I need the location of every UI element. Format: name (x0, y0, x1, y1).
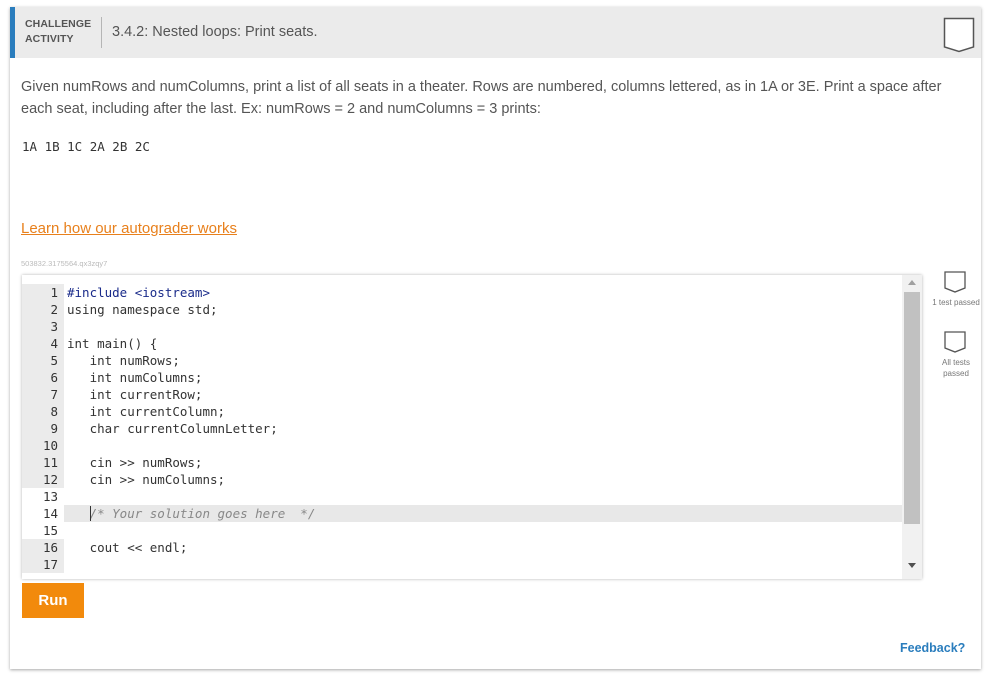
line-number: 15 (22, 522, 64, 539)
code-text: int currentRow; (67, 387, 203, 402)
line-number: 11 (22, 454, 64, 471)
code-line[interactable]: 13 (22, 488, 902, 505)
line-number: 1 (22, 284, 64, 301)
line-number: 12 (22, 471, 64, 488)
code-line[interactable]: 12 cin >> numColumns; (22, 471, 902, 488)
activity-title: 3.4.2: Nested loops: Print seats. (112, 24, 318, 40)
challenge-id: 503832.3175564.qx3zqy7 (21, 259, 108, 268)
code-line[interactable]: 5 int numRows; (22, 352, 902, 369)
activity-header: CHALLENGE ACTIVITY 3.4.2: Nested loops: … (10, 7, 981, 58)
code-text: char currentColumnLetter; (67, 421, 278, 436)
feedback-link[interactable]: Feedback? (900, 641, 965, 655)
code-text: /* Your solution goes here */ (67, 506, 316, 521)
line-number: 14 (22, 505, 64, 522)
autograder-help-link[interactable]: Learn how our autograder works (21, 220, 237, 237)
line-number: 2 (22, 301, 64, 318)
line-number: 4 (22, 335, 64, 352)
line-number: 9 (22, 420, 64, 437)
line-number: 5 (22, 352, 64, 369)
line-number: 3 (22, 318, 64, 335)
line-number: 10 (22, 437, 64, 454)
code-line[interactable]: 9 char currentColumnLetter; (22, 420, 902, 437)
code-line[interactable]: 6 int numColumns; (22, 369, 902, 386)
code-line[interactable]: 15 (22, 522, 902, 539)
code-line[interactable]: 8 int currentColumn; (22, 403, 902, 420)
scroll-down-arrow-icon[interactable] (908, 563, 916, 568)
code-editor[interactable]: 1 #include <iostream> 2 using namespace … (22, 275, 922, 579)
code-line[interactable]: 16 cout << endl; (22, 539, 902, 556)
line-number: 7 (22, 386, 64, 403)
line-number: 17 (22, 556, 64, 573)
code-text: int main() { (67, 336, 158, 351)
one-test-checkbox-icon (944, 271, 966, 293)
all-tests-passed-label: All tests passed (941, 358, 970, 378)
code-line[interactable]: 3 (22, 318, 902, 335)
code-line[interactable]: 17 (22, 556, 902, 573)
line-number: 13 (22, 488, 64, 505)
code-line[interactable]: 10 (22, 437, 902, 454)
code-text: using namespace std; (67, 302, 218, 317)
header-divider (101, 17, 102, 48)
code-line[interactable]: 1 #include <iostream> (22, 284, 902, 301)
code-text: int currentColumn; (67, 404, 226, 419)
code-text: cout << endl; (67, 540, 188, 555)
code-line-active[interactable]: 14 /* Your solution goes here */ (22, 505, 902, 522)
one-test-passed-label: 1 test passed (932, 298, 980, 307)
line-number: 6 (22, 369, 64, 386)
code-text: #include <iostream> (67, 285, 210, 300)
code-text: cin >> numColumns; (67, 472, 226, 487)
code-text: cin >> numRows; (67, 455, 203, 470)
challenge-activity-card: CHALLENGE ACTIVITY 3.4.2: Nested loops: … (10, 7, 981, 669)
line-number: 16 (22, 539, 64, 556)
run-button[interactable]: Run (22, 583, 84, 618)
activity-type-label: CHALLENGE ACTIVITY (25, 18, 92, 45)
scrollbar-thumb[interactable] (904, 292, 920, 524)
completion-chevron-icon (943, 17, 975, 53)
editor-scrollbar[interactable] (902, 275, 922, 579)
code-line[interactable]: 2 using namespace std; (22, 301, 902, 318)
text-cursor (90, 506, 91, 521)
code-line[interactable]: 11 cin >> numRows; (22, 454, 902, 471)
code-text: int numRows; (67, 353, 180, 368)
scroll-up-arrow-icon[interactable] (908, 280, 916, 285)
example-output: 1A 1B 1C 2A 2B 2C (22, 139, 150, 154)
problem-statement: Given numRows and numColumns, print a li… (21, 79, 942, 117)
all-tests-checkbox-icon (944, 331, 966, 353)
code-text: int numColumns; (67, 370, 203, 385)
code-line[interactable]: 7 int currentRow; (22, 386, 902, 403)
code-line[interactable]: 4 int main() { (22, 335, 902, 352)
line-number: 8 (22, 403, 64, 420)
